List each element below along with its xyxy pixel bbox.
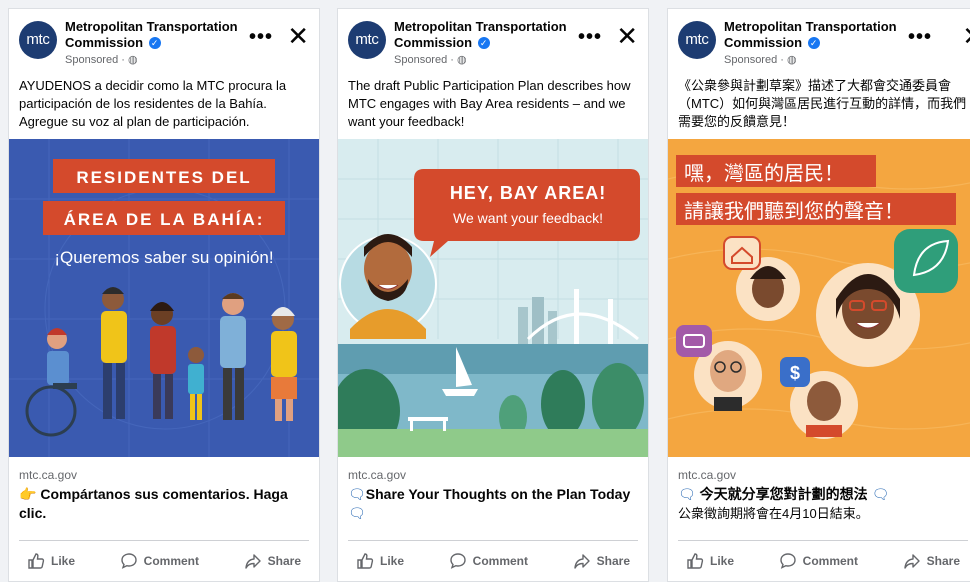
share-button[interactable]: Share — [573, 552, 630, 570]
share-icon — [903, 554, 920, 569]
ad-creative-image[interactable]: RESIDENTES DEL ÁREA DE LA BAHÍA: ¡Querem… — [9, 139, 319, 457]
sponsored-text: Sponsored · — [394, 54, 457, 66]
link-domain[interactable]: mtc.ca.gov — [678, 468, 736, 482]
link-headline-text[interactable]: Share Your Thoughts on the Plan Today — [366, 486, 630, 502]
page-avatar[interactable]: mtc — [19, 21, 57, 59]
verified-icon: ✓ — [807, 37, 820, 49]
post-header: mtc Metropolitan Transportation Commissi… — [338, 9, 648, 73]
link-headline[interactable]: 🗨 今天就分享您對計劃的想法 🗨 公衆徵詢期將會在4月10日結束。 — [678, 485, 968, 523]
like-button[interactable]: Like — [27, 552, 75, 570]
more-icon[interactable]: ••• — [249, 27, 273, 47]
like-button[interactable]: Like — [356, 552, 404, 570]
pointing-hand-icon: 👉 — [19, 486, 37, 502]
verified-icon: ✓ — [477, 37, 490, 49]
sponsored-label: Sponsored · ◍ — [394, 53, 467, 66]
post-actions: Like Comment Share — [19, 540, 309, 581]
share-label[interactable]: Share — [927, 554, 960, 568]
svg-text:$: $ — [790, 363, 800, 383]
comment-label[interactable]: Comment — [144, 554, 199, 568]
ad-card-chinese: mtc Metropolitan Transportation Commissi… — [667, 8, 970, 582]
creative-line2: We want your feedback! — [453, 210, 603, 226]
comment-button[interactable]: Comment — [120, 552, 199, 570]
share-label[interactable]: Share — [268, 554, 301, 568]
ad-creative-image[interactable]: HEY, BAY AREA! We want your feedback! — [338, 139, 648, 457]
close-icon[interactable]: ✕ — [962, 23, 970, 49]
link-description: 公衆徵詢期將會在4月10日結束。 — [678, 506, 869, 521]
like-icon — [357, 553, 374, 569]
comment-button[interactable]: Comment — [449, 552, 528, 570]
globe-icon: ◍ — [456, 54, 467, 66]
speech-bubble-icon: 🗨 — [871, 486, 890, 502]
speech-bubble-icon: 🗨 — [348, 486, 366, 502]
page-avatar[interactable]: mtc — [348, 21, 386, 59]
creative-line1: RESIDENTES DEL — [76, 168, 251, 187]
sponsored-label: Sponsored · ◍ — [724, 53, 797, 66]
share-button[interactable]: Share — [903, 552, 960, 570]
comment-icon — [120, 553, 137, 569]
comment-label[interactable]: Comment — [473, 554, 528, 568]
like-label[interactable]: Like — [51, 554, 75, 568]
sponsored-text: Sponsored · — [724, 54, 787, 66]
page-avatar[interactable]: mtc — [678, 21, 716, 59]
close-icon[interactable]: ✕ — [287, 23, 309, 49]
comment-button[interactable]: Comment — [779, 552, 858, 570]
ad-card-english: mtc Metropolitan Transportation Commissi… — [337, 8, 649, 582]
like-label[interactable]: Like — [710, 554, 734, 568]
page-name[interactable]: Metropolitan Transportation Commission ✓ — [724, 19, 904, 51]
ad-creative-image[interactable]: 嘿，灣區的居民！ 請讓我們聽到您的聲音！ $ — [668, 139, 970, 457]
more-icon[interactable]: ••• — [908, 27, 932, 47]
globe-icon: ◍ — [127, 54, 138, 66]
like-icon — [687, 553, 704, 569]
link-domain[interactable]: mtc.ca.gov — [348, 468, 406, 482]
creative-line1: 嘿，灣區的居民！ — [684, 161, 844, 185]
globe-icon: ◍ — [786, 54, 797, 66]
sponsored-label: Sponsored · ◍ — [65, 53, 138, 66]
post-actions: Like Comment Share — [678, 540, 968, 581]
creative-line3: ¡Queremos saber su opinión! — [54, 248, 273, 267]
comment-icon — [779, 553, 796, 569]
more-icon[interactable]: ••• — [578, 27, 602, 47]
verified-icon: ✓ — [148, 37, 161, 49]
post-header: mtc Metropolitan Transportation Commissi… — [668, 9, 970, 73]
link-preview[interactable]: mtc.ca.gov 🗨 今天就分享您對計劃的想法 🗨 公衆徵詢期將會在4月10… — [668, 457, 970, 537]
creative-line1: HEY, BAY AREA! — [450, 183, 606, 203]
post-body: AYUDENOS a decidir como la MTC procura l… — [19, 78, 287, 129]
ad-card-spanish: mtc Metropolitan Transportation Commissi… — [8, 8, 320, 582]
like-label[interactable]: Like — [380, 554, 404, 568]
post-actions: Like Comment Share — [348, 540, 638, 581]
close-icon[interactable]: ✕ — [616, 23, 638, 49]
post-header: mtc Metropolitan Transportation Commissi… — [9, 9, 319, 73]
comment-label[interactable]: Comment — [803, 554, 858, 568]
speech-bubble-icon: 🗨 — [678, 486, 696, 502]
like-button[interactable]: Like — [686, 552, 734, 570]
like-icon — [28, 553, 45, 569]
share-icon — [244, 554, 261, 569]
post-body: 《公衆參與計劃草案》描述了大都會交通委員會（MTC）如何與灣區居民進行互動的詳情… — [678, 78, 967, 129]
speech-bubble-icon: 🗨 — [348, 505, 366, 521]
comment-icon — [449, 553, 466, 569]
sponsored-text: Sponsored · — [65, 54, 128, 66]
creative-line2: 請讓我們聽到您的聲音！ — [684, 199, 904, 223]
link-headline[interactable]: 👉 Compártanos sus comentarios. Haga clic… — [19, 485, 309, 523]
creative-line2: ÁREA DE LA BAHÍA: — [64, 210, 265, 229]
post-body: The draft Public Participation Plan desc… — [348, 78, 631, 129]
share-icon — [573, 554, 590, 569]
link-preview[interactable]: mtc.ca.gov 🗨Share Your Thoughts on the P… — [338, 457, 648, 537]
page-name[interactable]: Metropolitan Transportation Commission ✓ — [65, 19, 245, 51]
link-headline-text[interactable]: Compártanos sus comentarios. Haga clic. — [19, 486, 288, 521]
link-preview[interactable]: mtc.ca.gov 👉 Compártanos sus comentarios… — [9, 457, 319, 537]
link-headline[interactable]: 🗨Share Your Thoughts on the Plan Today🗨 — [348, 485, 638, 523]
share-button[interactable]: Share — [244, 552, 301, 570]
share-label[interactable]: Share — [597, 554, 630, 568]
link-headline-text[interactable]: 今天就分享您對計劃的想法 — [700, 486, 868, 502]
page-name[interactable]: Metropolitan Transportation Commission ✓ — [394, 19, 574, 51]
link-domain[interactable]: mtc.ca.gov — [19, 468, 77, 482]
